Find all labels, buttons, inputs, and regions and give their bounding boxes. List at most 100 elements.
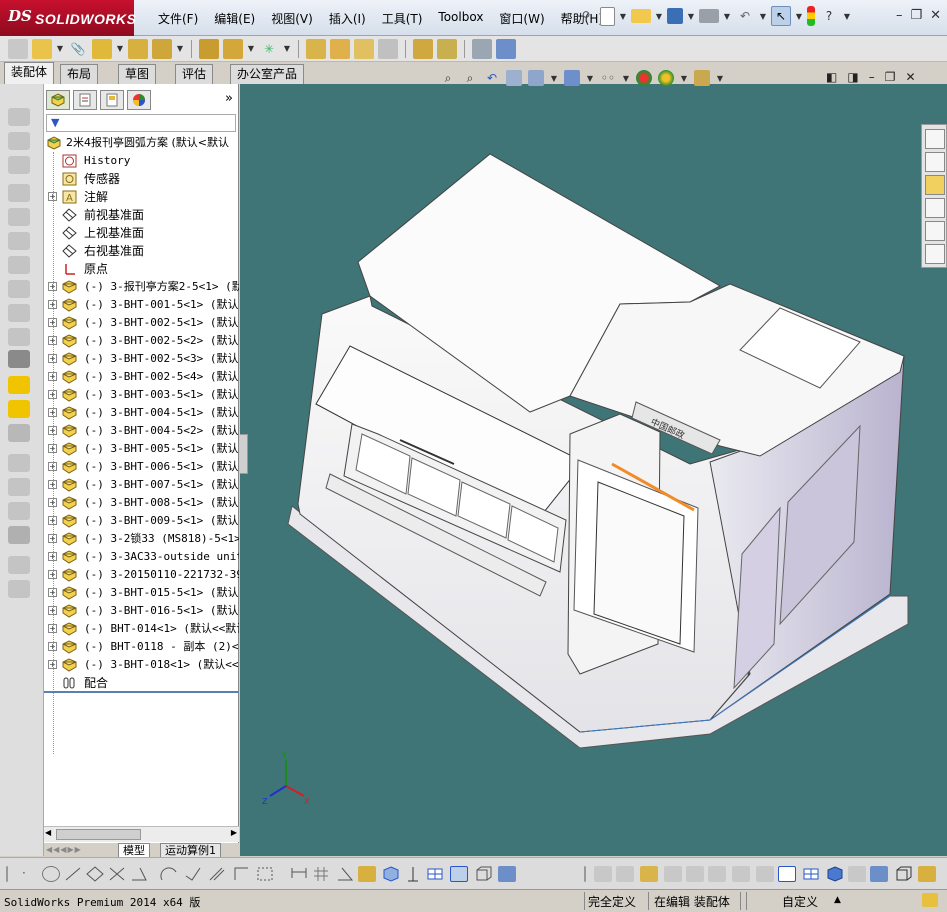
custom-properties-icon[interactable] <box>925 244 945 264</box>
restore-icon[interactable]: ❐ <box>910 8 922 23</box>
undo-icon[interactable]: ↶ <box>735 6 755 26</box>
tree-horizontal-scrollbar[interactable]: ◀ ▶ <box>44 826 239 842</box>
graphics-viewport[interactable]: 中国邮政 Y X Z <box>240 84 947 856</box>
tree-item[interactable]: + (-) 3-BHT-007-5<1> (默认<< <box>44 476 239 494</box>
tree-item[interactable]: + (-) 3-BHT-002-5<3> (默认<< <box>44 350 239 368</box>
layout-1-icon[interactable] <box>778 866 796 882</box>
help-dropdown-icon[interactable]: ▼ <box>843 12 851 21</box>
convert-entities-icon[interactable] <box>184 866 202 882</box>
undo-dropdown-icon[interactable]: ▼ <box>759 12 767 21</box>
tree-item[interactable]: + (-) 3-3AC33-outside unit- <box>44 548 239 566</box>
render-tool-icon[interactable] <box>848 866 866 882</box>
close-icon[interactable]: ✕ <box>930 8 941 23</box>
tab-layout[interactable]: 布局 <box>60 64 99 84</box>
extrude-icon[interactable] <box>8 132 30 150</box>
tree-item[interactable]: + (-) 3-BHT-005-5<1> (默认<< <box>44 440 239 458</box>
propertymanager-tab-icon[interactable] <box>73 90 97 110</box>
new-part-icon[interactable] <box>32 38 52 59</box>
open-folder-icon[interactable] <box>631 9 651 23</box>
appearances-icon[interactable] <box>925 221 945 241</box>
display-style-dropdown-icon[interactable]: ▼ <box>586 74 594 83</box>
menu-edit[interactable]: 编辑(E) <box>206 10 263 27</box>
assembly-features-icon[interactable] <box>223 38 243 59</box>
exploded-view-icon[interactable] <box>354 38 374 59</box>
menu-insert[interactable]: 插入(I) <box>321 10 374 27</box>
view-settings-icon[interactable] <box>694 70 710 86</box>
reference-geometry-icon[interactable]: ✳ <box>259 39 279 59</box>
pattern-dropdown-icon[interactable]: ▼ <box>116 44 124 53</box>
tree-item[interactable]: 右视基准面 <box>44 242 239 260</box>
render-camera-icon[interactable] <box>870 866 888 882</box>
tree-item[interactable]: 原点 <box>44 260 239 278</box>
layout-2-icon[interactable] <box>802 866 820 882</box>
angle-dimension-icon[interactable] <box>336 866 354 882</box>
tab-scroll-arrows-icon[interactable]: ◀◀◀▶▶ <box>46 845 82 854</box>
linear-pattern-icon[interactable] <box>92 38 112 59</box>
shell-icon[interactable] <box>8 304 30 322</box>
scroll-right-icon[interactable]: ▶ <box>231 828 237 837</box>
box-outline-icon[interactable] <box>894 866 912 882</box>
tab-sketch[interactable]: 草图 <box>118 64 157 84</box>
instant3d-icon[interactable] <box>472 38 492 59</box>
menu-tools[interactable]: 工具(T) <box>374 10 431 27</box>
view-orientation-icon[interactable] <box>528 70 544 86</box>
apply-scene-icon[interactable] <box>658 70 674 86</box>
home-icon[interactable] <box>925 129 945 149</box>
tree-item[interactable]: + (-) 3-20150110-221732-3997 <box>44 566 239 584</box>
help-icon[interactable]: ? <box>819 6 839 26</box>
tree-filter[interactable]: ▼ <box>46 114 236 132</box>
wireframe-box-icon[interactable] <box>474 866 492 882</box>
tree-item[interactable]: + (-) 3-BHT-006-5<1> (默认<< <box>44 458 239 476</box>
move-icon[interactable] <box>404 866 422 882</box>
coordinate-system-icon[interactable] <box>8 502 30 520</box>
insert-dropdown-icon[interactable]: ▼ <box>56 44 64 53</box>
reference-dropdown-icon[interactable]: ▼ <box>283 44 291 53</box>
tree-root[interactable]: 2米4报刊亭圆弧方案 (默认<默认 <box>44 134 239 152</box>
revolve-icon[interactable] <box>8 156 30 174</box>
edit-appearance-icon[interactable] <box>636 70 652 86</box>
new-dropdown-icon[interactable]: ▼ <box>619 12 627 21</box>
zoom-to-fit-icon[interactable]: ⌕ <box>440 70 456 86</box>
tree-item[interactable]: + (-) 3-BHT-001-5<1> (默认<< <box>44 296 239 314</box>
tree-item[interactable]: + (-) 3-BHT-009-5<1> (默认<< <box>44 512 239 530</box>
mirror-icon[interactable] <box>8 424 30 442</box>
assembly-tool-icon[interactable] <box>918 866 936 882</box>
view-orientation-dropdown-icon[interactable]: ▼ <box>550 74 558 83</box>
hole-wizard-icon[interactable] <box>8 556 30 574</box>
units-caret-icon[interactable]: ▲ <box>834 895 841 905</box>
viewport-minimize-icon[interactable]: – <box>869 70 875 84</box>
scroll-thumb[interactable] <box>56 829 141 840</box>
tree-item[interactable]: + (-) 3-BHT-018<1> (默认<<默 <box>44 656 239 674</box>
reference-plane-icon[interactable] <box>8 454 30 472</box>
filter-funnel-icon[interactable]: ▼ <box>51 116 59 129</box>
corner-rectangle-icon[interactable] <box>232 866 250 882</box>
table-icon[interactable] <box>426 866 444 882</box>
trim-entities-icon[interactable] <box>108 866 126 882</box>
box-view-icon[interactable] <box>382 866 400 882</box>
smart-fasteners-icon[interactable] <box>128 38 148 59</box>
clearance-verification-icon[interactable] <box>437 38 457 59</box>
sweep-icon[interactable] <box>8 184 30 202</box>
tree-item[interactable]: 配合 <box>44 674 239 692</box>
tree-item[interactable]: 传感器 <box>44 170 239 188</box>
panel-collapse-handle[interactable] <box>240 434 248 474</box>
help-balloon-icon[interactable] <box>922 893 938 907</box>
print-icon[interactable] <box>699 9 719 23</box>
show-hidden-components-icon[interactable] <box>199 38 219 59</box>
tab-assembly[interactable]: 装配体 <box>4 62 55 84</box>
new-motion-study-icon[interactable] <box>306 38 326 59</box>
open-dropdown-icon[interactable]: ▼ <box>655 12 663 21</box>
new-document-icon[interactable] <box>600 6 615 26</box>
angle-sketch-icon[interactable] <box>130 866 148 882</box>
sketch-tool-9-icon[interactable] <box>756 866 774 882</box>
expand-panel-icon[interactable]: » <box>225 91 233 106</box>
print-dropdown-icon[interactable]: ▼ <box>723 12 731 21</box>
sketch-tool-8-icon[interactable] <box>732 866 750 882</box>
tree-item[interactable]: + (-) 3-BHT-004-5<2> (默认<< <box>44 422 239 440</box>
explode-line-sketch-icon[interactable] <box>378 38 398 59</box>
tab-evaluate[interactable]: 评估 <box>175 64 214 84</box>
file-explorer-icon[interactable] <box>925 175 945 195</box>
arc-sketch-icon[interactable] <box>160 866 178 882</box>
speedpak-icon[interactable] <box>496 38 516 59</box>
tree-item[interactable]: + (-) 3-BHT-002-5<1> (默认<< <box>44 314 239 332</box>
